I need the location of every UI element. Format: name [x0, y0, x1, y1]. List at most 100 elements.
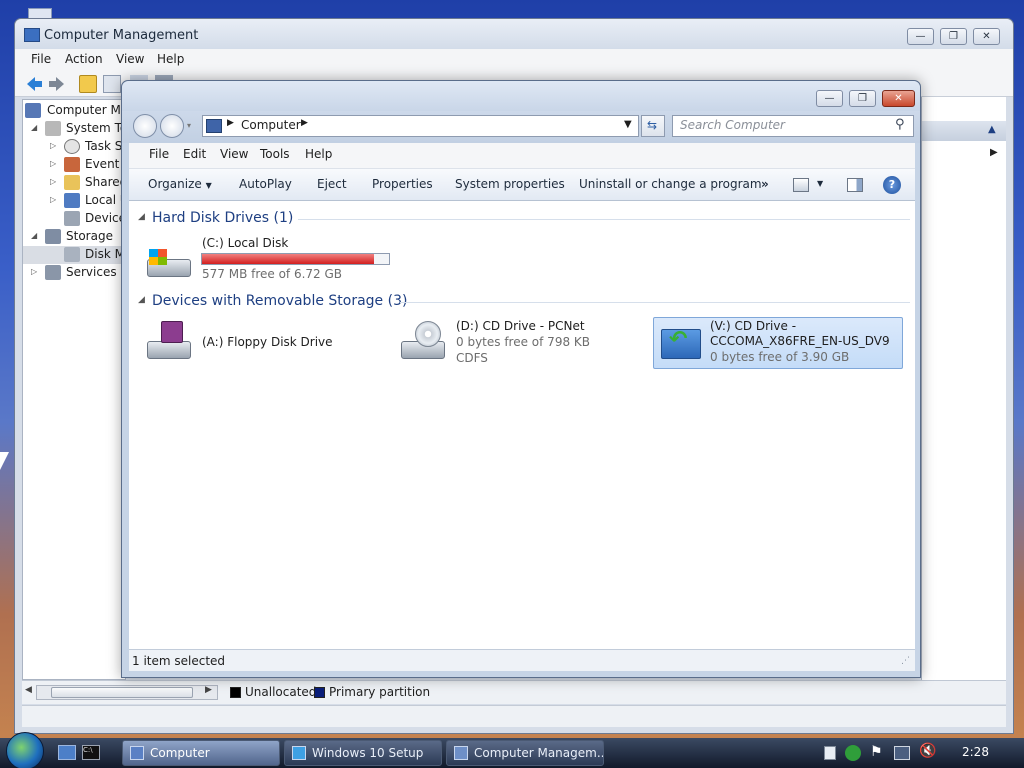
tree-item-device-manager[interactable]: Device	[23, 210, 127, 228]
clock[interactable]: 2:28	[962, 745, 989, 759]
menu-help[interactable]: Help	[157, 52, 184, 66]
drive-c-name[interactable]: (C:) Local Disk	[202, 236, 288, 250]
back-button[interactable]	[133, 114, 157, 138]
collapse-group-icon[interactable]: ◢	[138, 212, 145, 222]
expand-icon[interactable]: ▷	[50, 141, 60, 151]
uninstall-program-button[interactable]: Uninstall or change a program	[579, 177, 762, 191]
help-icon[interactable]: ?	[883, 176, 901, 194]
expand-icon[interactable]: ▷	[50, 177, 60, 187]
show-hide-tree-icon[interactable]	[103, 75, 121, 93]
setup-icon	[292, 746, 306, 760]
collapse-icon[interactable]: ◢	[31, 231, 41, 241]
drive-v-label[interactable]: CCCOMA_X86FRE_EN-US_DV9	[710, 334, 890, 348]
address-computer[interactable]: Computer	[241, 118, 301, 132]
up-folder-icon[interactable]	[79, 75, 97, 93]
tree-item-local-users[interactable]: ▷ Local U	[23, 192, 127, 210]
menu-view[interactable]: View	[220, 147, 248, 161]
scroll-left-icon[interactable]: ◀	[25, 685, 32, 695]
security-shield-icon[interactable]	[845, 745, 861, 761]
drive-v-name[interactable]: (V:) CD Drive -	[710, 319, 796, 333]
tree-item-event-viewer[interactable]: ▷ Event V	[23, 156, 127, 174]
computer-management-icon	[24, 28, 40, 42]
maximize-button[interactable]: ❐	[940, 28, 967, 45]
collapse-icon[interactable]: ◢	[31, 123, 41, 133]
tree-item-computer-management[interactable]: Computer Ma	[23, 102, 127, 120]
cd-drive-autoplay-icon[interactable]: ↶	[661, 323, 703, 363]
document-icon[interactable]	[824, 746, 836, 760]
preview-pane-icon[interactable]	[847, 178, 863, 192]
system-properties-button[interactable]: System properties	[455, 177, 565, 191]
collapse-up-icon[interactable]: ▲	[988, 124, 996, 135]
breadcrumb-arrow-icon[interactable]: ▶	[227, 118, 234, 128]
forward-arrow-icon[interactable]	[48, 75, 66, 93]
properties-button[interactable]: Properties	[372, 177, 433, 191]
show-desktop-icon[interactable]	[58, 745, 76, 760]
minimize-button[interactable]: —	[907, 28, 934, 45]
menu-help[interactable]: Help	[305, 147, 332, 161]
menu-edit[interactable]: Edit	[183, 147, 206, 161]
recent-pages-icon[interactable]: ▾	[187, 121, 191, 130]
tree-label: Storage	[66, 229, 113, 243]
expand-icon[interactable]: ▷	[50, 159, 60, 169]
breadcrumb-arrow-icon[interactable]: ▶	[301, 118, 308, 128]
menu-action[interactable]: Action	[65, 52, 103, 66]
menu-tools[interactable]: Tools	[260, 147, 290, 161]
green-arrow-icon: ↶	[669, 327, 688, 352]
taskbar-button-computer-management[interactable]: Computer Managem...	[446, 740, 604, 766]
collapse-group-icon[interactable]: ◢	[138, 295, 145, 305]
tree-item-shared-folders[interactable]: ▷ Shared	[23, 174, 127, 192]
hard-disk-icon[interactable]	[145, 241, 193, 281]
address-dropdown-icon[interactable]: ▼	[624, 119, 632, 130]
search-icon[interactable]: ⚲	[895, 117, 905, 132]
resize-grip-icon[interactable]: ⋰	[901, 656, 910, 666]
expand-icon[interactable]: ▷	[50, 195, 60, 205]
menu-view[interactable]: View	[116, 52, 144, 66]
services-icon	[45, 265, 61, 280]
more-commands-icon[interactable]: »	[761, 177, 769, 191]
eject-button[interactable]: Eject	[317, 177, 347, 191]
scroll-right-icon[interactable]: ▶	[205, 685, 212, 695]
address-row: ▾ ▶ Computer ▶ ▼ ⇆ Search Computer ⚲	[122, 111, 920, 143]
group-header-removable[interactable]: Devices with Removable Storage (3)	[152, 293, 407, 309]
tree-item-disk-management[interactable]: Disk M	[23, 246, 127, 264]
drive-d-name[interactable]: (D:) CD Drive - PCNet	[456, 319, 585, 333]
scrollbar-thumb[interactable]	[51, 687, 193, 698]
clock-icon	[64, 139, 80, 154]
menu-file[interactable]: File	[149, 147, 169, 161]
search-input[interactable]: Search Computer ⚲	[672, 115, 914, 137]
tree-item-services[interactable]: ▷ Services ar	[23, 264, 127, 282]
close-button[interactable]: ✕	[882, 90, 915, 107]
close-button[interactable]: ✕	[973, 28, 1000, 45]
expand-icon[interactable]: ▷	[31, 267, 41, 277]
more-actions-icon[interactable]: ▶	[990, 147, 998, 158]
maximize-button[interactable]: ❐	[849, 90, 876, 107]
network-icon[interactable]	[894, 746, 910, 760]
taskbar-button-windows-setup[interactable]: Windows 10 Setup	[284, 740, 442, 766]
flag-icon[interactable]: ⚑	[870, 744, 883, 760]
volume-muted-icon[interactable]: 🔇	[919, 743, 936, 759]
start-button[interactable]	[6, 732, 44, 768]
group-header-hard-disk[interactable]: Hard Disk Drives (1)	[152, 210, 293, 226]
address-bar[interactable]: ▶ Computer ▶ ▼	[202, 115, 639, 137]
views-icon[interactable]	[793, 178, 809, 192]
minimize-button[interactable]: —	[816, 90, 843, 107]
tree-label: Computer Ma	[47, 103, 127, 117]
taskbar-button-computer[interactable]: Computer	[122, 740, 280, 766]
command-prompt-icon[interactable]: C:\	[82, 745, 100, 760]
views-dropdown-icon[interactable]: ▼	[817, 179, 823, 188]
status-text: 1 item selected	[132, 654, 226, 668]
forward-button[interactable]	[160, 114, 184, 138]
back-arrow-icon[interactable]	[25, 75, 43, 93]
cd-drive-icon[interactable]	[399, 319, 447, 363]
tree-item-system-tools[interactable]: ◢ System To	[23, 120, 127, 138]
tree-item-task-scheduler[interactable]: ▷ Task Sc	[23, 138, 127, 156]
tree-item-storage[interactable]: ◢ Storage	[23, 228, 127, 246]
drive-a-name[interactable]: (A:) Floppy Disk Drive	[202, 335, 333, 349]
autoplay-button[interactable]: AutoPlay	[239, 177, 292, 191]
search-placeholder: Search Computer	[680, 118, 785, 132]
floppy-drive-icon[interactable]	[145, 319, 193, 363]
horizontal-scrollbar[interactable]	[36, 685, 218, 700]
organize-button[interactable]: Organize ▼	[148, 177, 212, 191]
refresh-button[interactable]: ⇆	[641, 115, 665, 137]
menu-file[interactable]: File	[31, 52, 51, 66]
